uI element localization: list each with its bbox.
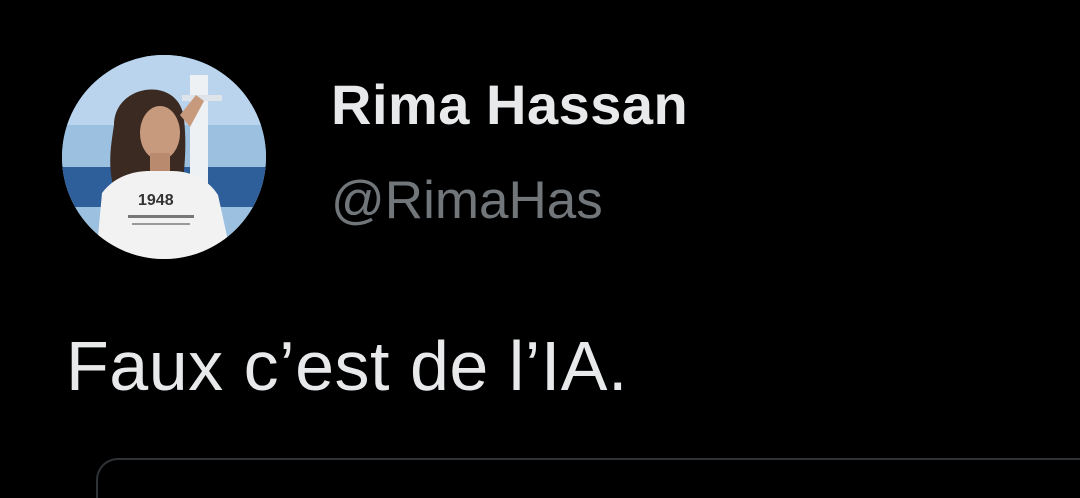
quoted-content-border bbox=[96, 458, 1080, 498]
avatar-photo: 1948 bbox=[62, 55, 266, 259]
author-handle[interactable]: @RimaHas bbox=[331, 170, 603, 231]
author-display-name[interactable]: Rima Hassan bbox=[331, 72, 688, 137]
tweet-card: 1948 Rima Hassan @RimaHas Faux c’est de … bbox=[0, 0, 1080, 498]
avatar-shirt-text: 1948 bbox=[138, 192, 174, 209]
avatar[interactable]: 1948 bbox=[62, 55, 266, 259]
tweet-text: Faux c’est de l’IA. bbox=[66, 327, 628, 405]
